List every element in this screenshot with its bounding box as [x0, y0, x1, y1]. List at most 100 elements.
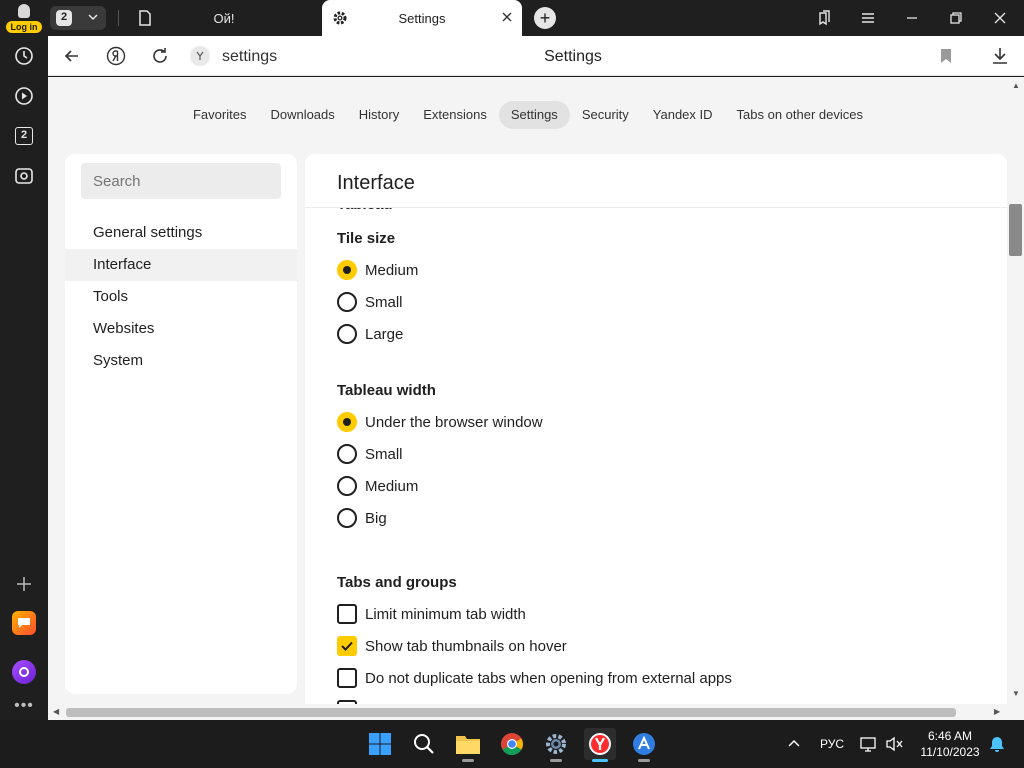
messenger-icon[interactable]: [0, 605, 48, 641]
new-tab-button[interactable]: +: [534, 7, 556, 29]
scroll-right-arrow[interactable]: ▶: [994, 707, 1000, 716]
radio-selected[interactable]: [337, 260, 357, 280]
menu-interface[interactable]: Interface: [65, 249, 297, 281]
scroll-left-arrow[interactable]: ◀: [53, 707, 59, 716]
option-label: Under the browser window: [365, 413, 543, 431]
reload-button[interactable]: [148, 44, 172, 68]
scroll-down-arrow[interactable]: ▼: [1012, 689, 1020, 698]
nav-history[interactable]: History: [347, 101, 411, 129]
windows-start-icon[interactable]: [364, 728, 396, 760]
nav-yandex-id[interactable]: Yandex ID: [641, 101, 725, 129]
page-title: Settings: [544, 48, 602, 65]
settings-app-icon[interactable]: [540, 728, 572, 762]
menu-icon[interactable]: [856, 8, 880, 28]
tab-thumbnails-option[interactable]: Show tab thumbnails on hover: [337, 634, 567, 658]
volume-muted-icon[interactable]: [886, 736, 904, 752]
collections-icon[interactable]: [812, 8, 836, 28]
option-label: Big: [365, 509, 387, 527]
tab-count: 2: [56, 10, 72, 26]
tab-counter-icon[interactable]: 2: [0, 118, 48, 154]
option-label: Small: [365, 293, 403, 311]
notification-bell-icon[interactable]: [988, 735, 1006, 753]
minimize-icon[interactable]: [900, 8, 924, 28]
app-icon[interactable]: [628, 728, 660, 762]
bookmark-icon[interactable]: [934, 44, 958, 68]
site-identity-icon[interactable]: [190, 46, 210, 66]
tile-size-medium[interactable]: Medium: [337, 258, 418, 282]
window-close-icon[interactable]: [988, 8, 1012, 28]
menu-general-settings[interactable]: General settings: [65, 217, 297, 249]
option-label: Medium: [365, 261, 419, 279]
option-label: Medium: [365, 477, 419, 495]
play-icon[interactable]: [0, 78, 48, 114]
yandex-home-button[interactable]: [104, 44, 128, 68]
settings-content: Interface Tableau Tile size Medium Small…: [305, 154, 1007, 720]
tableau-width-medium[interactable]: Medium: [337, 474, 418, 498]
download-icon[interactable]: [988, 44, 1012, 68]
radio[interactable]: [337, 444, 357, 464]
option-label: Small: [365, 445, 403, 463]
menu-system[interactable]: System: [65, 345, 297, 377]
search-input[interactable]: [81, 163, 281, 199]
chevron-up-icon[interactable]: [786, 736, 802, 752]
login-button[interactable]: Log in: [6, 4, 42, 34]
history-icon[interactable]: [0, 38, 48, 74]
tile-size-large[interactable]: Large: [337, 322, 403, 346]
add-icon[interactable]: [0, 566, 48, 602]
app-indicator: [550, 759, 562, 762]
vertical-scroll-thumb[interactable]: [1009, 204, 1022, 256]
tab-groups-button[interactable]: 2: [50, 6, 106, 30]
tableau-width-under-window[interactable]: Under the browser window: [337, 410, 543, 434]
tile-size-small[interactable]: Small: [337, 290, 403, 314]
file-explorer-icon[interactable]: [452, 728, 484, 762]
radio[interactable]: [337, 476, 357, 496]
tab-label: Ой!: [213, 11, 235, 26]
nav-security[interactable]: Security: [570, 101, 641, 129]
back-button[interactable]: [60, 44, 84, 68]
screenshot-icon[interactable]: [0, 158, 48, 194]
nav-downloads[interactable]: Downloads: [258, 101, 346, 129]
taskbar: РУС 6:46 AM 11/10/2023: [0, 720, 1024, 768]
no-duplicate-tabs-option[interactable]: Do not duplicate tabs when opening from …: [337, 666, 732, 690]
nav-extensions[interactable]: Extensions: [411, 101, 499, 129]
tab-oy[interactable]: Ой!: [128, 0, 320, 36]
radio[interactable]: [337, 292, 357, 312]
nav-favorites[interactable]: Favorites: [181, 101, 258, 129]
yandex-icon: [106, 46, 126, 66]
network-icon[interactable]: [860, 736, 878, 752]
tableau-width-big[interactable]: Big: [337, 506, 387, 530]
login-label: Log in: [6, 21, 42, 33]
app-indicator: [462, 759, 474, 762]
menu-tools[interactable]: Tools: [65, 281, 297, 313]
checkbox[interactable]: [337, 668, 357, 688]
chrome-icon[interactable]: [496, 728, 528, 760]
alice-icon[interactable]: [0, 654, 48, 690]
clock[interactable]: 6:46 AM 11/10/2023: [914, 728, 986, 760]
yandex-browser-icon[interactable]: [584, 728, 616, 762]
restore-icon[interactable]: [944, 8, 968, 28]
radio[interactable]: [337, 508, 357, 528]
nav-settings[interactable]: Settings: [498, 101, 570, 129]
scroll-up-arrow[interactable]: ▲: [1012, 81, 1020, 90]
tableau-width-small[interactable]: Small: [337, 442, 403, 466]
language-indicator[interactable]: РУС: [820, 737, 844, 751]
search-icon[interactable]: [408, 728, 440, 760]
settings-nav: Favorites Downloads History Extensions S…: [48, 101, 1008, 129]
radio[interactable]: [337, 324, 357, 344]
close-icon[interactable]: [500, 10, 514, 24]
more-icon[interactable]: •••: [0, 688, 48, 724]
vertical-scrollbar[interactable]: [1008, 77, 1024, 704]
app-indicator: [638, 759, 650, 762]
settings-sidebar: General settings Interface Tools Website…: [65, 154, 297, 694]
limit-tab-width-option[interactable]: Limit minimum tab width: [337, 602, 526, 626]
radio-selected[interactable]: [337, 412, 357, 432]
checkbox[interactable]: [337, 604, 357, 624]
reload-icon: [153, 48, 167, 63]
tabs-groups-heading: Tabs and groups: [337, 574, 457, 591]
url-text[interactable]: settings: [222, 48, 277, 66]
tab-settings[interactable]: Settings: [322, 0, 522, 36]
menu-websites[interactable]: Websites: [65, 313, 297, 345]
horizontal-scroll-thumb[interactable]: [66, 708, 956, 717]
nav-tabs-other-devices[interactable]: Tabs on other devices: [725, 101, 875, 129]
checkbox-checked[interactable]: [337, 636, 357, 656]
